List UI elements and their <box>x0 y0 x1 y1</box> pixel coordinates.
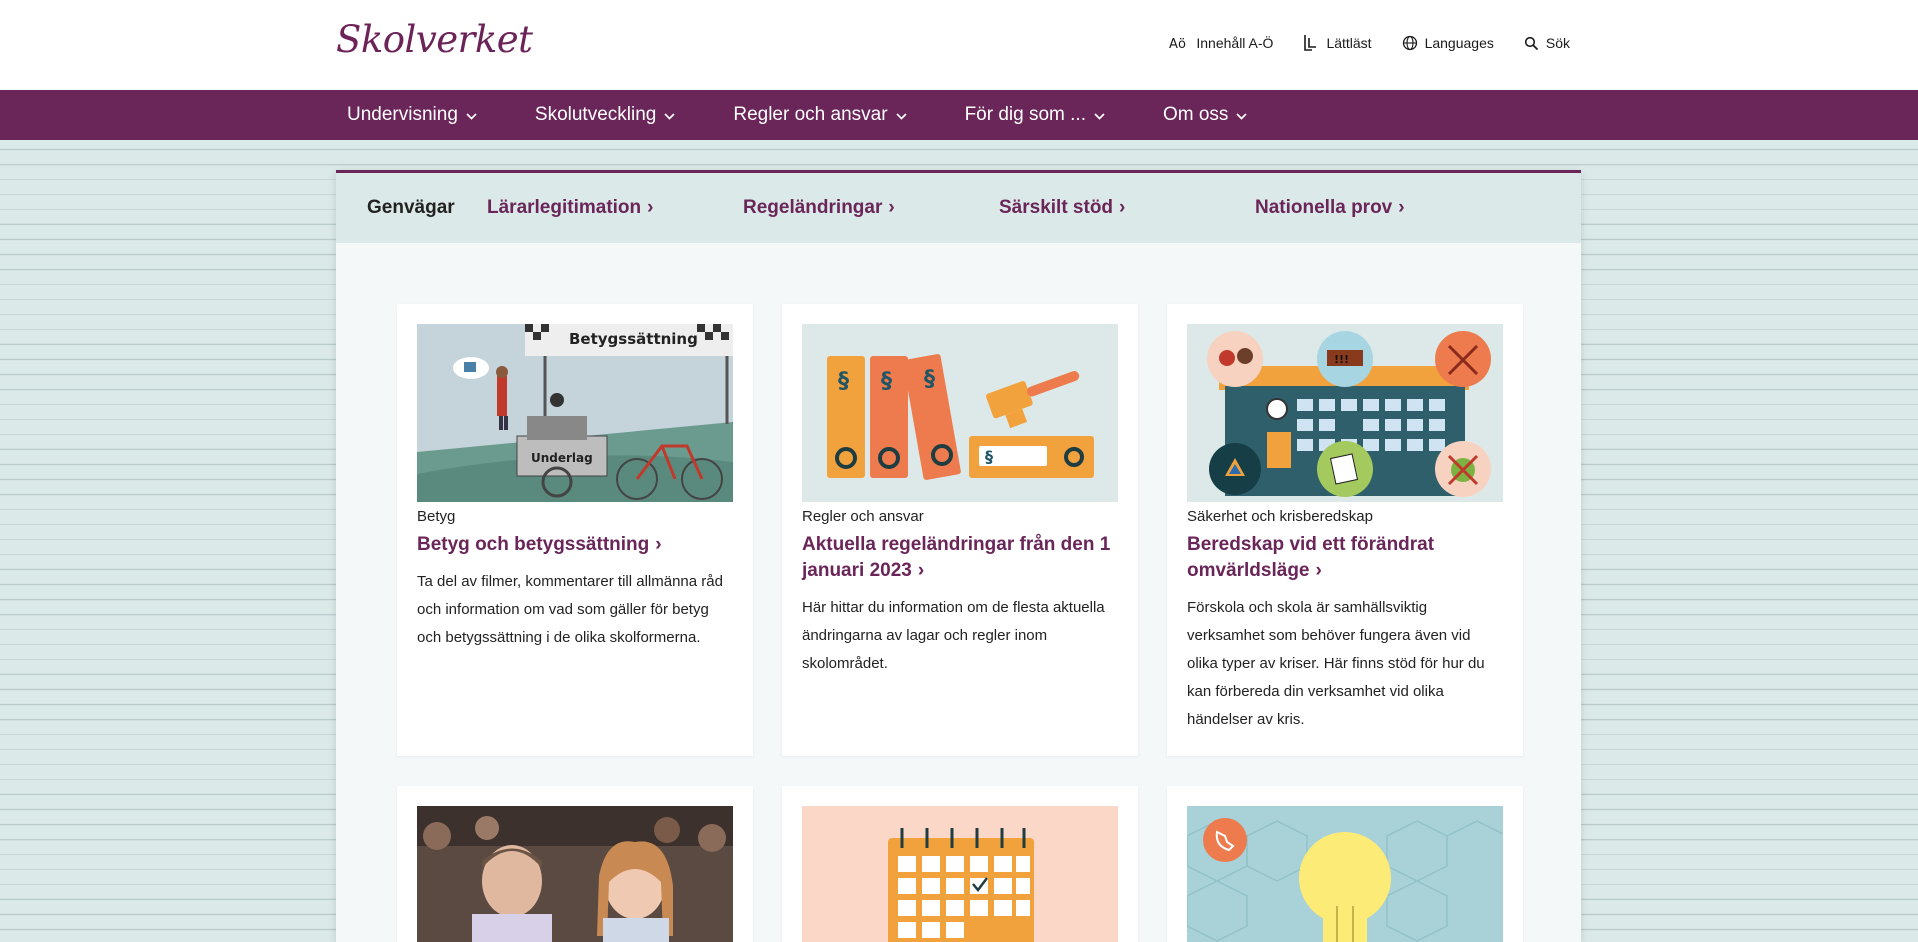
globe-icon <box>1402 35 1418 51</box>
nav-item-label: Undervisning <box>347 104 458 125</box>
nav-item-label: Regler och ansvar <box>733 104 888 125</box>
image-cart-text: Underlag <box>531 451 593 465</box>
card-title[interactable]: Beredskap vid ett förändrat omvärldsläge… <box>1187 532 1503 584</box>
card-category: Säkerhet och krisberedskap <box>1187 508 1373 525</box>
card-title-text: Betyg och betygssättning <box>417 534 650 555</box>
nav-item-om-oss[interactable]: Om oss <box>1162 90 1248 140</box>
card-title[interactable]: Aktuella regeländringar från den 1 janua… <box>802 532 1118 584</box>
tool-search[interactable]: Sök <box>1524 34 1570 52</box>
chevron-down-icon <box>664 112 675 120</box>
nav-item-label: För dig som ... <box>964 104 1086 125</box>
chevron-right-icon: › <box>655 534 662 555</box>
card-row2-calendar[interactable] <box>782 786 1138 942</box>
card-image-binders: § § § § <box>802 324 1118 502</box>
nav-item-label: Om oss <box>1162 104 1229 125</box>
shortcut-label: Lärarlegitimation <box>487 197 642 218</box>
chevron-right-icon: › <box>1398 197 1405 218</box>
shortcut-label: Regeländringar <box>743 197 883 218</box>
shortcut-lararlegitimation[interactable]: Lärarlegitimation › <box>487 197 653 219</box>
image-symbol: § <box>838 369 849 394</box>
shortcuts-label: Genvägar <box>367 197 455 218</box>
card-betyg[interactable]: Betygssättning Underlag Betyg Betyg och … <box>397 304 753 756</box>
tool-a-o-label: Innehåll A-Ö <box>1196 35 1274 51</box>
chevron-right-icon: › <box>1119 197 1126 218</box>
card-description: Här hittar du information om de flesta a… <box>802 599 1105 672</box>
card-row2-lightbulb[interactable] <box>1167 786 1523 942</box>
card-image-grading: Betygssättning Underlag <box>417 324 733 502</box>
card-description: Ta del av filmer, kommentarer till allmä… <box>417 573 723 646</box>
nav-item-regler[interactable]: Regler och ansvar <box>733 90 907 140</box>
main-nav-items: Undervisning Skolutveckling Regler och a… <box>347 90 1248 140</box>
card-image-school: !!! <box>1187 324 1503 502</box>
chevron-down-icon <box>466 112 477 120</box>
image-banner-text: Betygssättning <box>569 330 698 348</box>
card-image-audience-photo <box>417 806 733 942</box>
easy-read-icon <box>1303 34 1319 52</box>
card-image-lightbulb <box>1187 806 1503 942</box>
tool-easy-read-label: Lättläst <box>1326 35 1372 51</box>
chevron-right-icon: › <box>647 197 654 218</box>
chevron-right-icon: › <box>888 197 895 218</box>
card-regler[interactable]: § § § § Regler och ansvar Aktuella regel… <box>782 304 1138 756</box>
card-title-text: Aktuella regeländringar från den 1 janua… <box>802 534 1111 581</box>
shortcut-sarskilt-stod[interactable]: Särskilt stöd › <box>999 197 1125 219</box>
card-beredskap[interactable]: !!! Säkerhet och krisberedskap Beredskap… <box>1167 304 1523 756</box>
nav-item-for-dig-som[interactable]: För dig som ... <box>965 90 1105 140</box>
top-bar: Skolverket Aö Innehåll A-Ö Lättläst Lang… <box>0 0 1918 90</box>
shortcut-label: Särskilt stöd <box>999 197 1114 218</box>
nav-item-undervisning[interactable]: Undervisning <box>347 90 477 140</box>
tool-search-label: Sök <box>1545 35 1570 51</box>
image-symbol: § <box>881 369 892 394</box>
card-title[interactable]: Betyg och betygssättning › <box>417 532 733 558</box>
nav-item-skolutveckling[interactable]: Skolutveckling <box>535 90 675 140</box>
svg-text:ö: ö <box>1178 37 1186 51</box>
card-title-text: Beredskap vid ett förändrat omvärldsläge <box>1187 534 1435 581</box>
tool-easy-read[interactable]: Lättläst <box>1303 34 1372 52</box>
image-sign-text: !!! <box>1334 353 1349 366</box>
card-row2-photo[interactable] <box>397 786 753 942</box>
svg-text:A: A <box>1169 37 1178 51</box>
main-nav: Undervisning Skolutveckling Regler och a… <box>0 90 1918 140</box>
card-category: Betyg <box>417 508 456 525</box>
search-icon <box>1524 36 1539 51</box>
a-o-icon: Aö <box>1169 35 1189 51</box>
nav-item-label: Skolutveckling <box>534 104 657 125</box>
shortcut-regelandringar[interactable]: Regeländringar › <box>743 197 895 219</box>
shortcut-nationella-prov[interactable]: Nationella prov › <box>1255 197 1405 219</box>
tool-a-o[interactable]: Aö Innehåll A-Ö <box>1169 34 1273 52</box>
card-description: Förskola och skola är samhällsviktig ver… <box>1187 599 1485 728</box>
chevron-down-icon <box>895 112 907 120</box>
tool-languages[interactable]: Languages <box>1402 34 1494 52</box>
shortcuts-bar: Genvägar Lärarlegitimation › Regeländring… <box>336 173 1581 243</box>
image-symbol: § <box>924 367 935 392</box>
chevron-down-icon <box>1094 112 1105 120</box>
logo[interactable]: Skolverket <box>336 18 533 61</box>
chevron-right-icon: › <box>917 560 925 581</box>
content-panel: Genvägar Lärarlegitimation › Regeländring… <box>336 170 1581 942</box>
shortcut-label: Nationella prov <box>1255 197 1393 218</box>
tool-languages-label: Languages <box>1424 35 1494 51</box>
card-image-calendar <box>802 806 1118 942</box>
utility-tools: Aö Innehåll A-Ö Lättläst Languages Sök <box>1169 34 1570 52</box>
chevron-right-icon: › <box>1315 560 1322 581</box>
svg-text:§: § <box>985 447 993 466</box>
card-category: Regler och ansvar <box>802 508 924 525</box>
chevron-down-icon <box>1236 112 1248 120</box>
